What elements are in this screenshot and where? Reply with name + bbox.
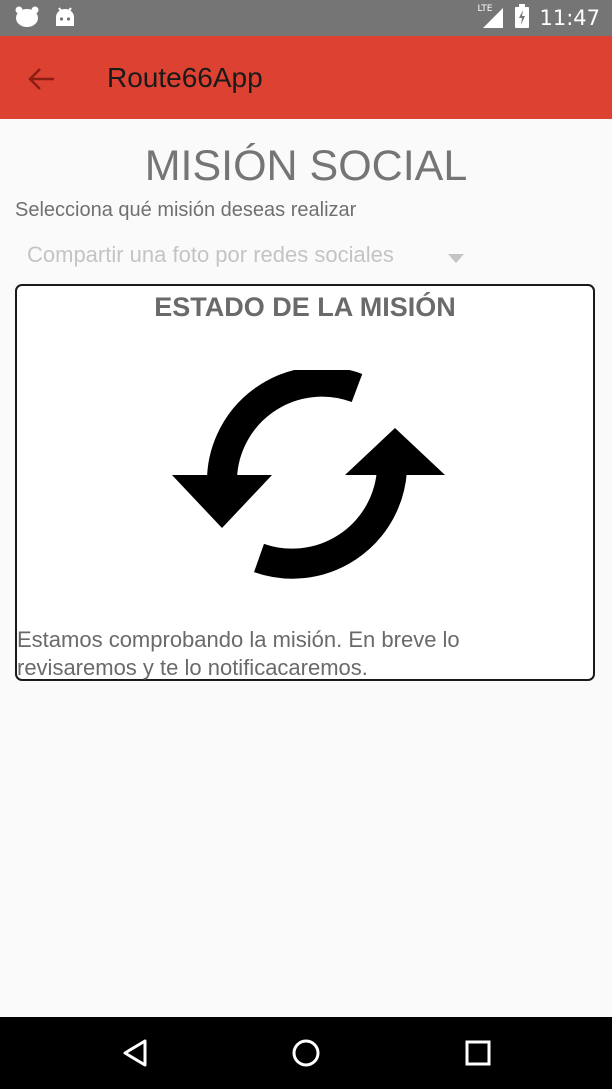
lte-signal-icon: LTE (477, 4, 505, 30)
mission-status-card: ESTADO DE LA MISIÓN Estamos comprobando … (15, 284, 595, 681)
status-bar: LTE 11:47 (0, 0, 612, 36)
android-icon (54, 6, 76, 33)
page-title: MISIÓN SOCIAL (144, 142, 468, 190)
home-circle-icon (292, 1039, 320, 1067)
mission-dropdown-value: Compartir una foto por redes sociales (27, 242, 394, 267)
mission-select-label: Selecciona qué misión deseas realizar (15, 199, 357, 221)
nav-home-button[interactable] (288, 1035, 324, 1071)
app-title: Route66App (107, 62, 263, 93)
back-triangle-icon (123, 1039, 147, 1067)
back-button[interactable] (22, 59, 62, 99)
clock: 11:47 (539, 6, 600, 30)
card-title: ESTADO DE LA MISIÓN (154, 292, 456, 322)
recents-square-icon (465, 1040, 491, 1066)
notification-icon (14, 6, 40, 33)
dropdown-caret-icon (448, 251, 464, 269)
back-arrow-icon (28, 68, 54, 90)
nav-recents-button[interactable] (460, 1035, 496, 1071)
app-bar: Route66App (0, 36, 612, 119)
nav-back-button[interactable] (117, 1035, 153, 1071)
sync-icon (167, 366, 447, 585)
mission-dropdown[interactable]: Compartir una foto por redes sociales (15, 236, 475, 276)
navigation-bar (0, 1017, 612, 1089)
battery-charging-icon (515, 3, 530, 33)
card-message: Estamos comprobando la misión. En breve … (17, 627, 460, 680)
